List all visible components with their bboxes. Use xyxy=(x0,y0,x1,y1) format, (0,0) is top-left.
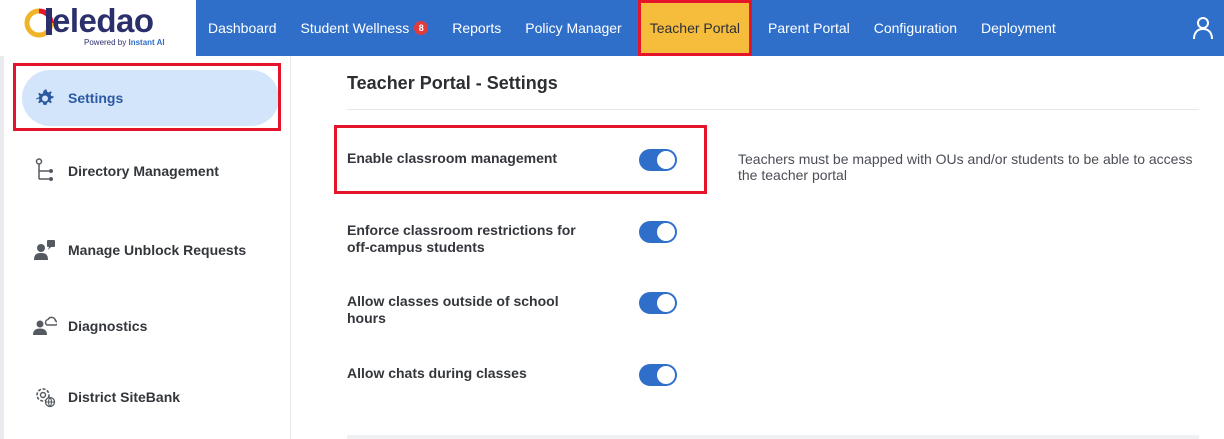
sidebar-item-directory-management[interactable]: Directory Management xyxy=(22,143,279,199)
tree-icon xyxy=(22,158,68,184)
toggle-allow-chats-during-classes[interactable] xyxy=(639,364,677,386)
nav-item-dashboard[interactable]: Dashboard xyxy=(196,0,289,56)
nav-item-configuration[interactable]: Configuration xyxy=(862,0,969,56)
user-request-icon xyxy=(22,239,68,261)
toggle-enable-classroom-management[interactable] xyxy=(639,149,677,171)
sidebar-item-manage-unblock-requests[interactable]: Manage Unblock Requests xyxy=(22,222,279,278)
sidebar-item-settings[interactable]: Settings xyxy=(22,70,279,126)
sidebar-item-label: Directory Management xyxy=(68,163,219,179)
nav-label: Configuration xyxy=(873,20,958,36)
user-cloud-icon xyxy=(22,316,68,336)
main-nav: Dashboard Student Wellness 8 Reports Poli… xyxy=(196,0,1068,56)
sidebar-item-label: Manage Unblock Requests xyxy=(68,242,247,258)
nav-label: Deployment xyxy=(981,20,1056,36)
toggle-knob xyxy=(657,366,675,384)
brand-name: eledao xyxy=(52,2,154,39)
divider xyxy=(347,435,1199,439)
nav-label: Student Wellness xyxy=(300,20,410,36)
toggle-allow-classes-outside-hours[interactable] xyxy=(639,292,677,314)
nav-item-deployment[interactable]: Deployment xyxy=(969,0,1068,56)
sidebar-item-label: Settings xyxy=(68,90,124,106)
nav-label: Dashboard xyxy=(208,20,277,36)
notification-badge: 8 xyxy=(414,21,429,35)
nav-label: Parent Portal xyxy=(768,20,850,36)
gear-globe-icon xyxy=(22,386,68,408)
nav-label: Teacher Portal xyxy=(649,20,741,36)
gear-icon xyxy=(22,88,68,108)
sidebar-item-district-sitebank[interactable]: District SiteBank xyxy=(22,369,279,425)
nav-label: Policy Manager xyxy=(525,20,622,36)
divider xyxy=(347,109,1199,110)
sidebar-item-label: Diagnostics xyxy=(68,318,148,334)
page-title: Teacher Portal - Settings xyxy=(347,73,558,93)
nav-item-reports[interactable]: Reports xyxy=(440,0,513,56)
brand-powered-by: Powered by Instant AI xyxy=(84,38,165,47)
nav-item-parent-portal[interactable]: Parent Portal xyxy=(756,0,862,56)
toggle-enforce-classroom-restrictions[interactable] xyxy=(639,221,677,243)
toggle-knob xyxy=(657,294,675,312)
nav-item-student-wellness[interactable]: Student Wellness 8 xyxy=(289,0,441,56)
setting-label-enforce-classroom-restrictions: Enforce classroom restrictions for off-c… xyxy=(347,222,576,255)
nav-label: Reports xyxy=(452,20,502,36)
nav-item-teacher-portal[interactable]: Teacher Portal xyxy=(637,0,753,56)
brand-logo[interactable]: eledao Powered by Instant AI xyxy=(0,0,196,56)
nav-item-policy-manager[interactable]: Policy Manager xyxy=(513,0,634,56)
top-navigation-bar: eledao Powered by Instant AI Dashboard S… xyxy=(0,0,1224,56)
toggle-knob xyxy=(657,151,675,169)
sidebar-item-label: District SiteBank xyxy=(68,389,181,405)
logo-mark-icon xyxy=(24,8,54,38)
toggle-knob xyxy=(657,223,675,241)
sidebar-item-diagnostics[interactable]: Diagnostics xyxy=(22,298,279,354)
sidebar: Settings Directory Management Manage Unb… xyxy=(0,56,291,439)
setting-label-allow-chats-during-classes: Allow chats during classes xyxy=(347,365,527,381)
user-icon[interactable] xyxy=(1192,16,1214,40)
setting-label-allow-classes-outside-hours: Allow classes outside of school hours xyxy=(347,293,559,326)
setting-description: Teachers must be mapped with OUs and/or … xyxy=(738,151,1193,183)
setting-label-enable-classroom-management: Enable classroom management xyxy=(347,150,558,166)
